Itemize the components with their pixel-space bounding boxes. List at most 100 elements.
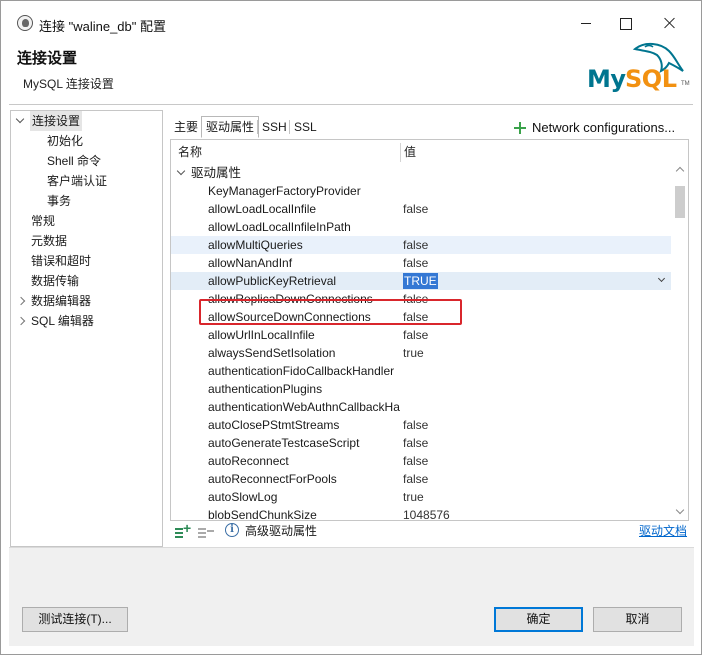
column-divider[interactable] xyxy=(400,143,401,162)
property-value[interactable]: false xyxy=(403,308,428,326)
dbeaver-app-icon xyxy=(17,15,33,31)
close-button[interactable] xyxy=(647,9,693,37)
property-name: allowUrlInLocalInfile xyxy=(208,328,315,342)
property-value[interactable]: false xyxy=(403,326,428,344)
nav-item-label: 常规 xyxy=(31,214,56,228)
property-value[interactable]: false xyxy=(403,434,428,452)
nav-item-label: 连接设置 xyxy=(30,111,83,131)
property-name: allowMultiQueries xyxy=(208,238,303,252)
property-value[interactable]: false xyxy=(403,416,428,434)
table-row[interactable]: autoClosePStmtStreams false xyxy=(171,416,671,434)
nav-item-general[interactable]: 常规 xyxy=(31,211,55,231)
ok-button[interactable]: 确定 xyxy=(494,607,583,632)
table-row[interactable]: KeyManagerFactoryProvider xyxy=(171,182,671,200)
table-row[interactable]: allowNanAndInf false xyxy=(171,254,671,272)
column-header-value[interactable]: 值 xyxy=(404,140,416,164)
test-connection-button[interactable]: 测试连接(T)... xyxy=(22,607,128,632)
nav-item-label: Shell 命令 xyxy=(47,154,102,168)
table-row[interactable]: allowSourceDownConnections false xyxy=(171,308,671,326)
table-row[interactable]: blobSendChunkSize 1048576 xyxy=(171,506,671,520)
table-row[interactable]: allowReplicaDownConnections false xyxy=(171,290,671,308)
table-row[interactable]: allowLoadLocalInfileInPath xyxy=(171,218,671,236)
title-bar: 连接 "waline_db" 配置 xyxy=(1,1,701,45)
table-row[interactable]: allowUrlInLocalInfile false xyxy=(171,326,671,344)
chevron-down-icon[interactable] xyxy=(15,111,27,131)
driver-properties-table: 名称 值 驱动属性 KeyManagerFactoryProvider allo… xyxy=(170,139,689,521)
table-row-selected[interactable]: allowPublicKeyRetrieval TRUE xyxy=(171,272,671,290)
tab-ssh[interactable]: SSH xyxy=(257,116,292,138)
property-value[interactable]: false xyxy=(403,254,428,272)
logo-trademark: TM xyxy=(681,81,690,87)
logo-text-sql: SQL xyxy=(625,65,677,93)
plus-icon xyxy=(513,121,527,135)
vertical-scrollbar[interactable] xyxy=(673,164,688,520)
chevron-down-icon[interactable] xyxy=(655,272,669,290)
scrollbar-thumb[interactable] xyxy=(675,186,685,218)
property-value[interactable]: true xyxy=(403,344,424,362)
table-row[interactable]: authenticationWebAuthnCallbackHandler xyxy=(171,398,671,416)
driver-documentation-link[interactable]: 驱动文档 xyxy=(639,522,687,540)
info-icon: i xyxy=(225,523,239,537)
property-value[interactable]: false xyxy=(403,452,428,470)
table-row[interactable]: allowLoadLocalInfile false xyxy=(171,200,671,218)
category-row-driver-properties[interactable]: 驱动属性 xyxy=(171,164,671,182)
property-name: autoSlowLog xyxy=(208,490,278,504)
nav-item-transactions[interactable]: 事务 xyxy=(47,191,71,211)
nav-item-init[interactable]: 初始化 xyxy=(47,131,83,151)
nav-item-label: SQL 编辑器 xyxy=(31,314,94,328)
scroll-up-icon[interactable] xyxy=(675,166,685,176)
cancel-button[interactable]: 取消 xyxy=(593,607,682,632)
table-row[interactable]: autoReconnect false xyxy=(171,452,671,470)
nav-item-shell-commands[interactable]: Shell 命令 xyxy=(47,151,101,171)
chevron-down-icon[interactable] xyxy=(176,164,188,183)
nav-item-label: 数据编辑器 xyxy=(31,294,92,308)
chevron-right-icon[interactable] xyxy=(17,291,29,311)
tab-ssl[interactable]: SSL xyxy=(289,116,322,138)
nav-item-label: 事务 xyxy=(47,194,72,208)
table-row[interactable]: authenticationPlugins xyxy=(171,380,671,398)
properties-bottom-toolbar: i 高级驱动属性 驱动文档 xyxy=(170,520,690,544)
dialog-window: 连接 "waline_db" 配置 连接设置 MySQL 连接设置 My SQL… xyxy=(0,0,702,655)
property-value[interactable]: false xyxy=(403,236,428,254)
nav-item-errors-timeouts[interactable]: 错误和超时 xyxy=(31,251,91,271)
property-value[interactable]: false xyxy=(403,470,428,488)
property-value[interactable]: false xyxy=(403,200,428,218)
nav-item-label: 客户端认证 xyxy=(47,174,108,188)
page-subtitle: MySQL 连接设置 xyxy=(23,77,114,91)
table-row[interactable]: alwaysSendSetIsolation true xyxy=(171,344,671,362)
nav-item-metadata[interactable]: 元数据 xyxy=(31,231,67,251)
property-value-editor[interactable]: TRUE xyxy=(403,273,438,289)
category-label: 驱动属性 xyxy=(191,166,242,180)
settings-nav-tree: 连接设置 初始化 Shell 命令 客户端认证 事务 常规 元数据 错误和超时 … xyxy=(10,110,163,547)
tab-driver-properties[interactable]: 驱动属性 xyxy=(201,116,260,138)
column-header-name[interactable]: 名称 xyxy=(178,140,202,164)
add-property-icon[interactable] xyxy=(175,520,191,538)
tab-main[interactable]: 主要 xyxy=(169,116,203,138)
maximize-button[interactable] xyxy=(602,9,648,37)
property-name: autoClosePStmtStreams xyxy=(208,418,340,432)
table-row[interactable]: autoReconnectForPools false xyxy=(171,470,671,488)
property-name: alwaysSendSetIsolation xyxy=(208,346,336,360)
property-name: allowPublicKeyRetrieval xyxy=(208,274,337,288)
property-name: blobSendChunkSize xyxy=(208,508,317,520)
nav-item-label: 错误和超时 xyxy=(31,254,92,268)
property-value[interactable]: true xyxy=(403,488,424,506)
chevron-right-icon[interactable] xyxy=(17,311,29,331)
nav-item-label: 数据传输 xyxy=(31,274,80,288)
remove-property-icon[interactable] xyxy=(198,524,214,538)
property-name: allowSourceDownConnections xyxy=(208,310,371,324)
nav-item-client-auth[interactable]: 客户端认证 xyxy=(47,171,107,191)
property-name: autoReconnect xyxy=(208,454,289,468)
property-value[interactable]: 1048576 xyxy=(403,506,450,520)
nav-item-data-transfer[interactable]: 数据传输 xyxy=(31,271,79,291)
advanced-driver-properties-label: 高级驱动属性 xyxy=(245,524,318,538)
table-row[interactable]: authenticationFidoCallbackHandler xyxy=(171,362,671,380)
property-name: authenticationFidoCallbackHandler xyxy=(208,364,395,378)
scroll-down-icon[interactable] xyxy=(675,505,685,515)
property-value[interactable]: false xyxy=(403,290,428,308)
property-name: authenticationWebAuthnCallbackHandler xyxy=(208,400,400,414)
table-row[interactable]: autoGenerateTestcaseScript false xyxy=(171,434,671,452)
table-row[interactable]: autoSlowLog true xyxy=(171,488,671,506)
property-name: allowLoadLocalInfileInPath xyxy=(208,220,351,234)
table-row-hovered[interactable]: allowMultiQueries false xyxy=(171,236,671,254)
